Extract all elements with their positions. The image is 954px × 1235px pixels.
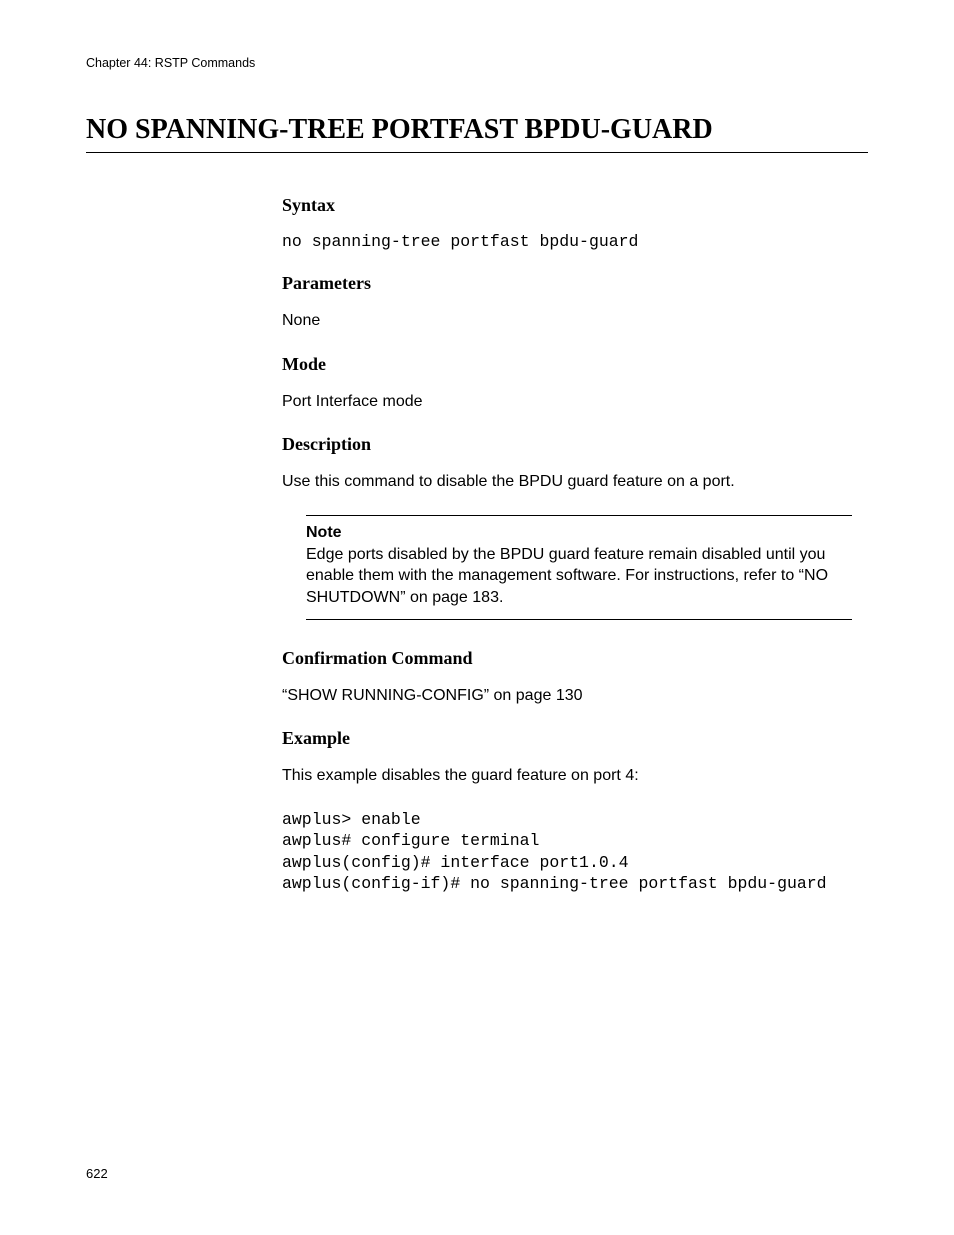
note-text: Edge ports disabled by the BPDU guard fe… bbox=[306, 544, 852, 609]
mode-text: Port Interface mode bbox=[282, 391, 862, 413]
section-heading-example: Example bbox=[282, 728, 862, 749]
section-heading-mode: Mode bbox=[282, 354, 862, 375]
chapter-header: Chapter 44: RSTP Commands bbox=[86, 56, 868, 70]
content-area: Syntax no spanning-tree portfast bpdu-gu… bbox=[282, 195, 862, 895]
section-heading-syntax: Syntax bbox=[282, 195, 862, 216]
description-text: Use this command to disable the BPDU gua… bbox=[282, 471, 862, 493]
example-code: awplus> enable awplus# configure termina… bbox=[282, 809, 862, 895]
section-heading-parameters: Parameters bbox=[282, 273, 862, 294]
parameters-text: None bbox=[282, 310, 862, 332]
section-heading-confirmation: Confirmation Command bbox=[282, 648, 862, 669]
note-label: Note bbox=[306, 524, 852, 542]
confirmation-text: “SHOW RUNNING-CONFIG” on page 130 bbox=[282, 685, 862, 707]
example-intro: This example disables the guard feature … bbox=[282, 765, 862, 787]
page-number: 622 bbox=[86, 1166, 108, 1181]
page-title: NO SPANNING-TREE PORTFAST BPDU-GUARD bbox=[86, 114, 868, 153]
syntax-code: no spanning-tree portfast bpdu-guard bbox=[282, 232, 862, 251]
note-box: Note Edge ports disabled by the BPDU gua… bbox=[306, 515, 852, 620]
section-heading-description: Description bbox=[282, 434, 862, 455]
